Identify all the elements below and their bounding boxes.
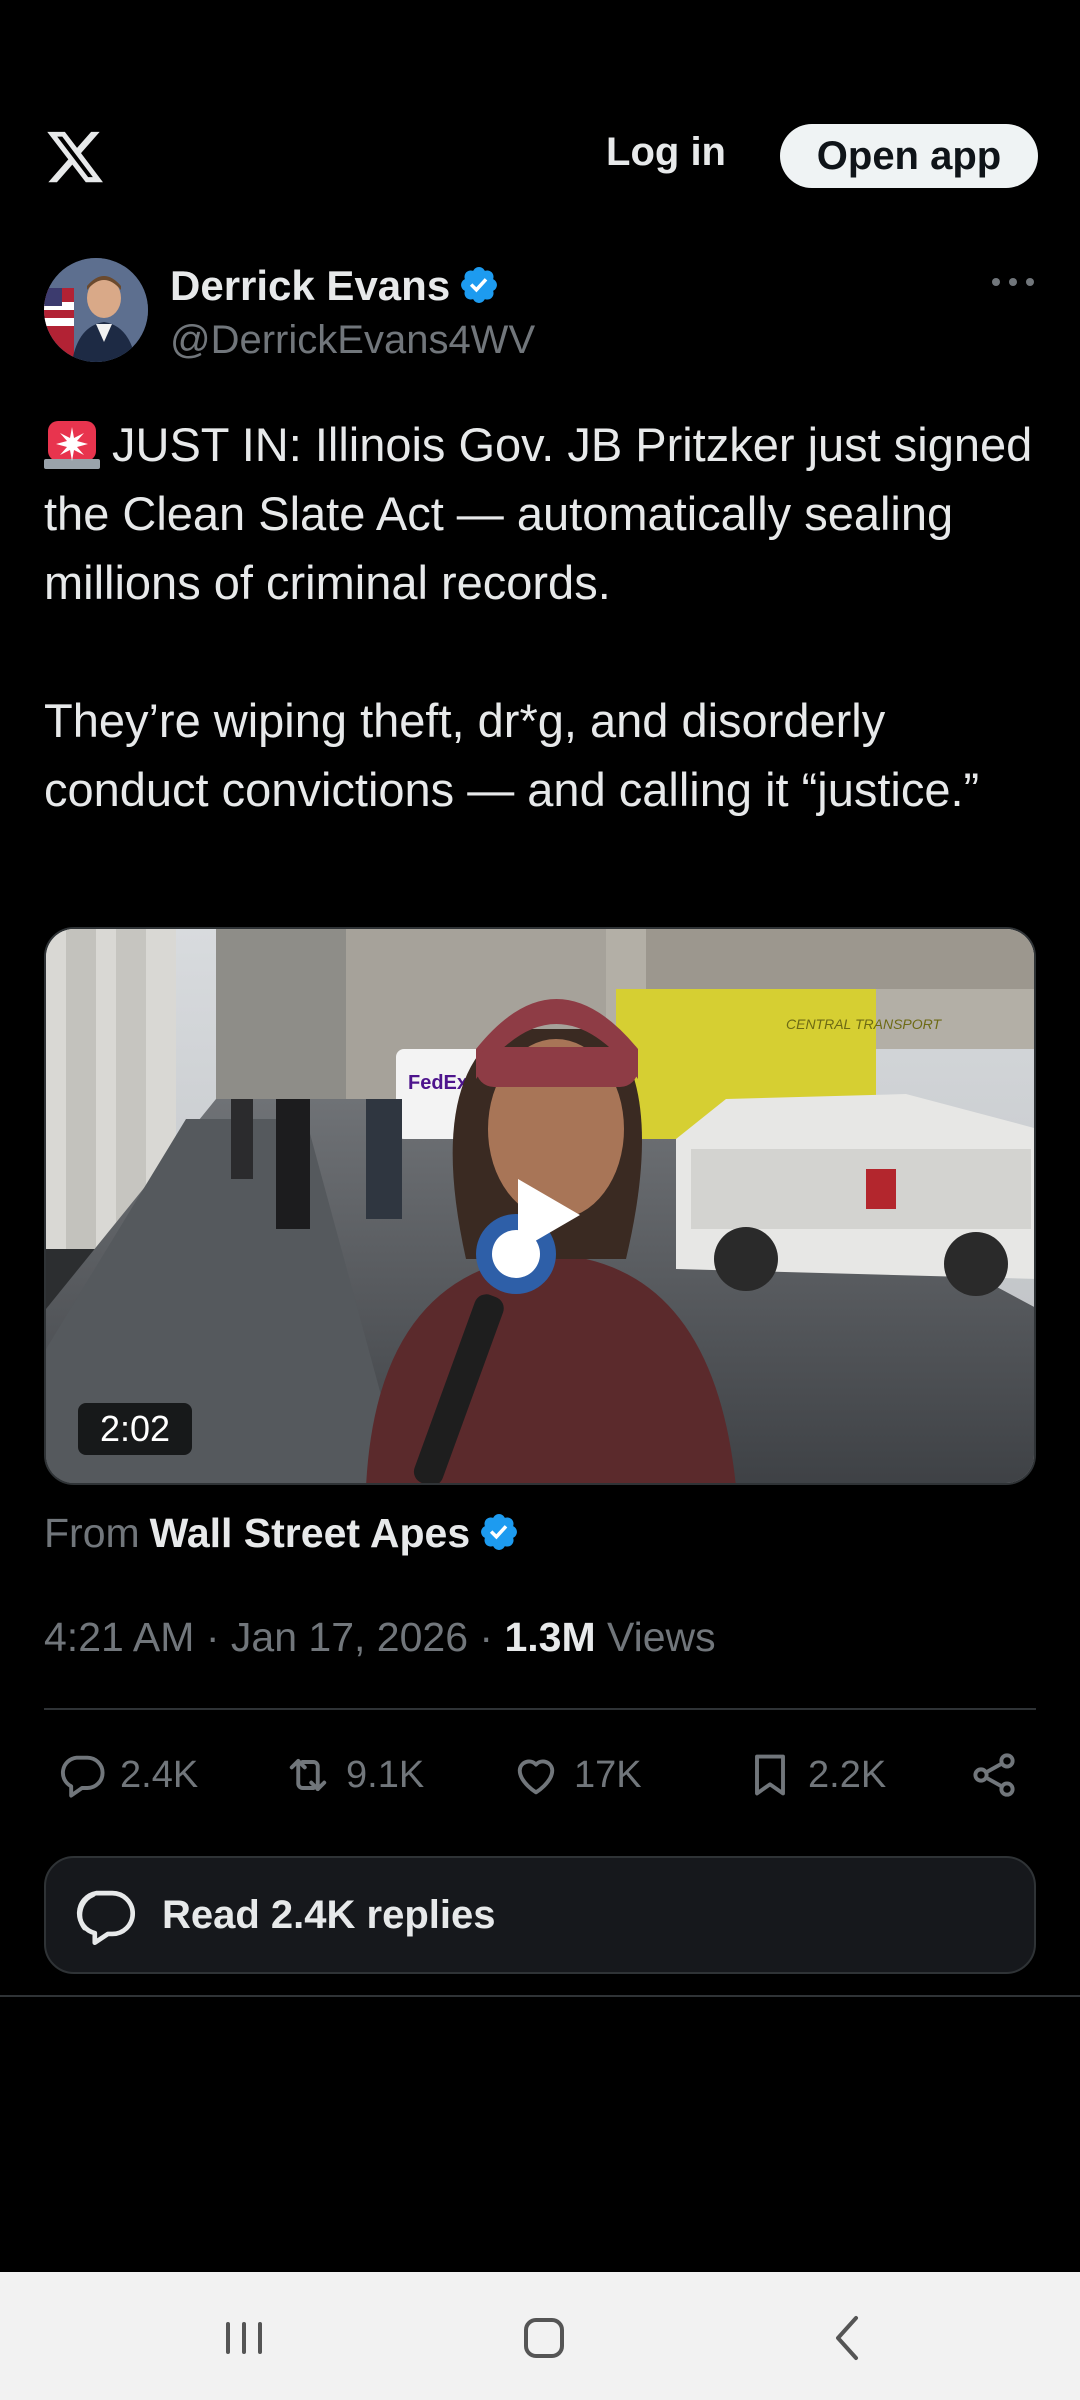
like-count: 17K xyxy=(574,1753,642,1796)
video-player[interactable]: FedEx CENTRAL TRANSPORT 2:02 xyxy=(44,927,1036,1485)
divider xyxy=(44,1708,1036,1710)
views-count: 1.3M xyxy=(504,1614,596,1660)
play-icon[interactable] xyxy=(514,1175,584,1255)
reply-count: 2.4K xyxy=(120,1753,199,1796)
video-duration: 2:02 xyxy=(78,1403,193,1455)
open-app-button[interactable]: Open app xyxy=(780,124,1038,188)
source-prefix: From xyxy=(44,1510,140,1556)
tweet-paragraph-1-text: JUST IN: Illinois Gov. JB Pritzker just … xyxy=(44,418,1033,609)
share-button[interactable] xyxy=(968,1745,1020,1805)
author-handle[interactable]: @DerrickEvans4WV xyxy=(170,318,535,363)
login-button[interactable]: Log in xyxy=(606,130,726,175)
recent-apps-icon[interactable] xyxy=(214,2308,274,2368)
fedex-text: FedEx xyxy=(408,1072,468,1094)
source-account-link[interactable]: Wall Street Apes xyxy=(150,1510,471,1556)
bookmark-count: 2.2K xyxy=(808,1753,887,1796)
tweet-page: Log in Open app Derrick Evans @DerrickEv… xyxy=(0,0,1080,2400)
read-replies-button[interactable]: Read 2.4K replies xyxy=(44,1856,1036,1974)
home-icon[interactable] xyxy=(514,2308,574,2368)
verified-badge-icon xyxy=(461,267,498,303)
repost-icon xyxy=(289,1758,327,1792)
verified-badge-icon xyxy=(481,1514,518,1550)
repost-button[interactable]: 9.1K xyxy=(282,1745,424,1805)
author-name[interactable]: Derrick Evans xyxy=(170,262,500,310)
divider xyxy=(0,1995,1080,1997)
back-icon[interactable] xyxy=(818,2308,878,2368)
views-label: Views xyxy=(607,1614,716,1660)
truck-text: CENTRAL TRANSPORT xyxy=(786,1016,943,1032)
tweet-paragraph-2: They’re wiping theft, dr*g, and disorder… xyxy=(44,694,980,816)
video-source: From Wall Street Apes xyxy=(44,1510,520,1557)
x-logo-icon[interactable] xyxy=(44,126,106,188)
repost-count: 9.1K xyxy=(346,1753,425,1796)
more-options-icon[interactable] xyxy=(990,272,1036,292)
siren-icon xyxy=(44,421,100,469)
like-button[interactable]: 17K xyxy=(510,1745,642,1805)
top-bar: Log in Open app xyxy=(0,110,1080,200)
tweet-text: JUST IN: Illinois Gov. JB Pritzker just … xyxy=(44,410,1044,824)
read-replies-label: Read 2.4K replies xyxy=(162,1892,496,1937)
reply-button[interactable]: 2.4K xyxy=(56,1745,198,1805)
share-icon xyxy=(973,1753,1015,1797)
meta-separator: · xyxy=(479,1614,494,1660)
heart-icon xyxy=(517,1759,555,1795)
avatar[interactable] xyxy=(44,258,148,362)
meta-separator: · xyxy=(205,1614,220,1660)
chat-bubbles-icon xyxy=(76,1890,136,1946)
action-bar: 2.4K 9.1K 17K 2.2K xyxy=(44,1745,1036,1805)
bookmark-icon xyxy=(755,1754,785,1796)
tweet-time[interactable]: 4:21 AM xyxy=(44,1614,194,1660)
tweet-date[interactable]: Jan 17, 2026 xyxy=(231,1614,468,1660)
reply-icon xyxy=(61,1755,105,1798)
system-nav-bar xyxy=(0,2272,1080,2400)
tweet-meta: 4:21 AM · Jan 17, 2026 · 1.3M Views xyxy=(44,1614,716,1661)
author-header: Derrick Evans @DerrickEvans4WV xyxy=(44,258,1036,368)
tweet-paragraph-1: JUST IN: Illinois Gov. JB Pritzker just … xyxy=(44,410,1044,617)
bookmark-button[interactable]: 2.2K xyxy=(744,1745,886,1805)
author-name-text: Derrick Evans xyxy=(170,262,451,309)
